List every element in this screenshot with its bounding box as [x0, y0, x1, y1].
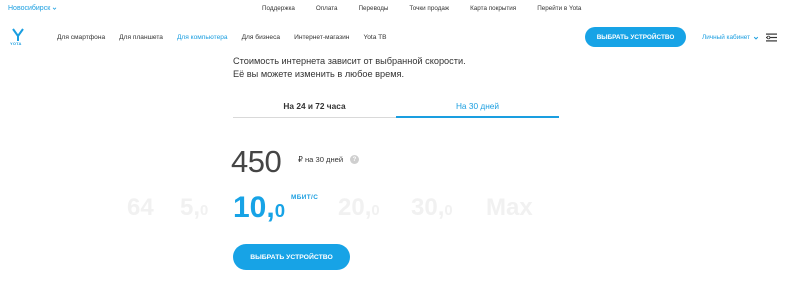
logo-text: YOTA	[10, 41, 22, 46]
nav-links: Для смартфона Для планшета Для компьютер…	[57, 34, 401, 41]
link-transfers[interactable]: Переводы	[359, 5, 389, 12]
link-support[interactable]: Поддержка	[262, 5, 295, 12]
nav-item-computer[interactable]: Для компьютера	[177, 34, 228, 41]
period-tabs: На 24 и 72 часа На 30 дней	[233, 95, 559, 119]
chevron-down-icon	[753, 36, 759, 40]
select-device-button[interactable]: ВЫБРАТЬ УСТРОЙСТВО	[233, 244, 350, 270]
price-unit: ₽ на 30 дней	[298, 155, 344, 164]
city-name: Новосибирск	[8, 5, 51, 12]
description-line-1: Стоимость интернета зависит от выбранной…	[233, 56, 466, 66]
speed-option-10-selected[interactable]: 10,0	[233, 193, 285, 223]
nav-item-yota-tv[interactable]: Yota TB	[363, 34, 386, 41]
link-payment[interactable]: Оплата	[316, 5, 338, 12]
city-selector[interactable]: Новосибирск	[8, 5, 57, 12]
speed-option-20[interactable]: 20,0	[338, 196, 380, 220]
account-label: Личный кабинет	[702, 34, 751, 41]
nav-item-tablet[interactable]: Для планшета	[119, 34, 163, 41]
link-go-to-yota[interactable]: Перейти в Yota	[537, 5, 581, 12]
nav-item-smartphone[interactable]: Для смартфона	[57, 34, 105, 41]
nav-item-business[interactable]: Для бизнеса	[242, 34, 280, 41]
menu-icon[interactable]	[766, 33, 777, 42]
speed-option-max[interactable]: Max	[486, 196, 533, 220]
top-bar: Новосибирск Поддержка Оплата Переводы То…	[0, 0, 785, 20]
link-coverage-map[interactable]: Карта покрытия	[470, 5, 516, 12]
account-menu[interactable]: Личный кабинет	[702, 34, 759, 41]
speed-option-5[interactable]: 5,0	[180, 196, 208, 220]
price-value: 450	[231, 144, 282, 179]
nav-item-shop[interactable]: Интернет-магазин	[294, 34, 349, 41]
speed-option-64[interactable]: 64	[127, 196, 154, 220]
tab-24-72-hours[interactable]: На 24 и 72 часа	[233, 95, 396, 118]
description-line-2: Её вы можете изменить в любое время.	[233, 69, 405, 79]
speed-unit: МБИТ/С	[291, 194, 319, 201]
top-links: Поддержка Оплата Переводы Точки продаж К…	[262, 5, 602, 12]
speed-description: Стоимость интернета зависит от выбранной…	[233, 55, 466, 81]
link-sales-points[interactable]: Точки продаж	[409, 5, 449, 12]
select-device-button-header[interactable]: ВЫБРАТЬ УСТРОЙСТВО	[585, 27, 686, 47]
help-icon[interactable]: ?	[350, 155, 359, 164]
chevron-down-icon	[52, 7, 57, 10]
tab-30-days[interactable]: На 30 дней	[396, 95, 559, 118]
speed-option-30[interactable]: 30,0	[411, 196, 453, 220]
